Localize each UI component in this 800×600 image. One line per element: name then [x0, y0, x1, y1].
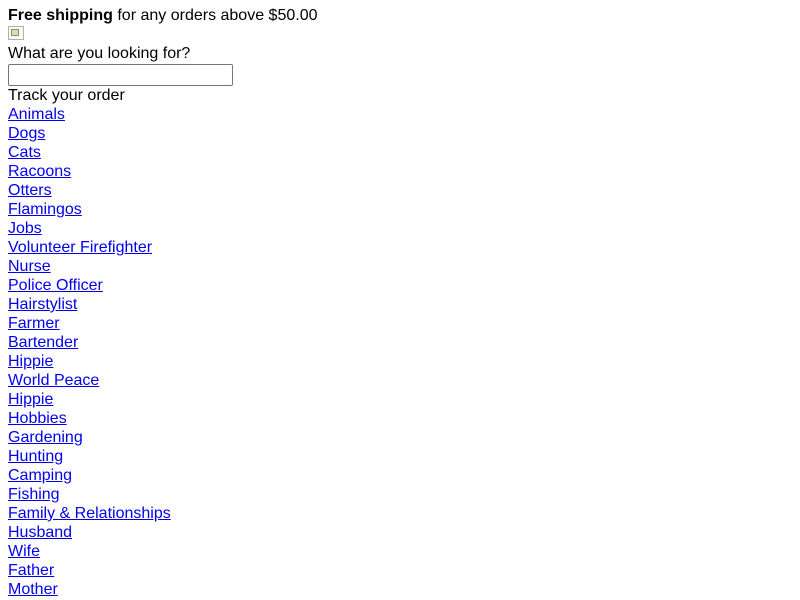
nav-link-world-peace[interactable]: World Peace — [8, 372, 99, 389]
nav-list-item: Police Officer — [8, 276, 792, 295]
nav-list-item: Hunting — [8, 447, 792, 466]
nav-list-item: Hippie — [8, 390, 792, 409]
nav-link-cats[interactable]: Cats — [8, 144, 41, 161]
nav-list-item: Gardening — [8, 428, 792, 447]
nav-list-item: Hairstylist — [8, 295, 792, 314]
nav-list-item: Volunteer Firefighter — [8, 238, 792, 257]
nav-list-item: Hobbies — [8, 409, 792, 428]
nav-link-otters[interactable]: Otters — [8, 182, 52, 199]
nav-list-item: Nurse — [8, 257, 792, 276]
nav-list-item: Animals — [8, 105, 792, 124]
nav-link-hippie[interactable]: Hippie — [8, 353, 53, 370]
search-label: What are you looking for? — [8, 45, 191, 62]
nav-link-volunteer-firefighter[interactable]: Volunteer Firefighter — [8, 239, 152, 256]
nav-link-jobs[interactable]: Jobs — [8, 220, 42, 237]
nav-link-fishing[interactable]: Fishing — [8, 486, 60, 503]
shipping-banner-text: for any orders above $50.00 — [112, 7, 318, 24]
nav-list-item: Jobs — [8, 219, 792, 238]
nav-link-dogs[interactable]: Dogs — [8, 125, 45, 142]
nav-link-hobbies[interactable]: Hobbies — [8, 410, 67, 427]
nav-list: Animals Dogs Cats Racoons Otters Flamingos Job… — [8, 105, 792, 599]
nav-link-gardening[interactable]: Gardening — [8, 429, 83, 446]
nav-list-item: Mother — [8, 580, 792, 599]
nav-link-police-officer[interactable]: Police Officer — [8, 277, 103, 294]
nav-list-item: Camping — [8, 466, 792, 485]
nav-link-family-relationships[interactable]: Family & Relationships — [8, 505, 171, 522]
nav-link-camping[interactable]: Camping — [8, 467, 72, 484]
page: Free shipping for any orders above $50.0… — [0, 0, 800, 599]
nav-list-item: Farmer — [8, 314, 792, 333]
nav-link-hairstylist[interactable]: Hairstylist — [8, 296, 77, 313]
nav-list-item: Hippie — [8, 352, 792, 371]
nav-link-animals[interactable]: Animals — [8, 106, 65, 123]
nav-list-item: Family & Relationships — [8, 504, 792, 523]
nav-list-item: Dogs — [8, 124, 792, 143]
nav-link-bartender[interactable]: Bartender — [8, 334, 78, 351]
nav-list-item: Flamingos — [8, 200, 792, 219]
nav-link-father[interactable]: Father — [8, 562, 54, 579]
nav-list-item: Bartender — [8, 333, 792, 352]
nav-link-nurse[interactable]: Nurse — [8, 258, 51, 275]
track-order-link[interactable]: Track your order — [8, 86, 792, 105]
shipping-banner-bold: Free shipping — [8, 7, 113, 24]
search-input[interactable] — [8, 64, 233, 86]
nav-list-item: Racoons — [8, 162, 792, 181]
nav-list-item: World Peace — [8, 371, 792, 390]
nav-link-farmer[interactable]: Farmer — [8, 315, 60, 332]
nav-list-item: Wife — [8, 542, 792, 561]
nav-list-item: Father — [8, 561, 792, 580]
nav-list-item: Cats — [8, 143, 792, 162]
nav-link-flamingos[interactable]: Flamingos — [8, 201, 82, 218]
shipping-banner: Free shipping for any orders above $50.0… — [8, 6, 792, 25]
nav-link-mother[interactable]: Mother — [8, 581, 58, 598]
nav-link-wife[interactable]: Wife — [8, 543, 40, 560]
nav-link-hippie[interactable]: Hippie — [8, 391, 53, 408]
nav-list-item: Fishing — [8, 485, 792, 504]
nav-link-hunting[interactable]: Hunting — [8, 448, 63, 465]
nav-link-husband[interactable]: Husband — [8, 524, 72, 541]
nav-list-item: Husband — [8, 523, 792, 542]
nav-link-racoons[interactable]: Racoons — [8, 163, 71, 180]
broken-image-icon[interactable] — [8, 26, 24, 40]
nav-list-item: Otters — [8, 181, 792, 200]
